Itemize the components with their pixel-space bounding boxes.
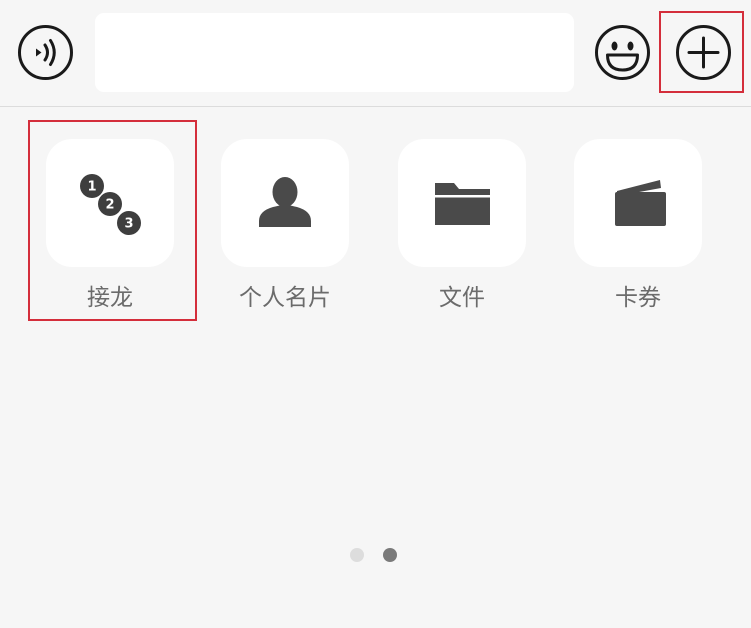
input-toolbar	[0, 0, 751, 107]
voice-input-button[interactable]	[18, 25, 73, 80]
smiley-icon	[595, 25, 650, 80]
jielong-tile[interactable]: 1 2 3	[46, 139, 174, 267]
coupon-tile[interactable]	[574, 139, 702, 267]
voice-wave-icon	[36, 39, 56, 66]
person-card-icon	[259, 177, 311, 227]
badge-number-3: 3	[124, 217, 133, 232]
panel-item-business-card[interactable]: 个人名片	[220, 139, 350, 312]
panel-item-file[interactable]: 文件	[397, 139, 527, 312]
message-input[interactable]	[95, 13, 574, 92]
more-functions-button[interactable]	[675, 24, 732, 81]
page-dot-1[interactable]	[350, 548, 364, 562]
badge-number-1: 1	[87, 180, 96, 195]
panel-item-jielong[interactable]: 1 2 3 接龙	[45, 139, 175, 312]
coupon-label: 卡券	[615, 285, 661, 311]
file-label: 文件	[439, 285, 485, 311]
page-dot-2-active[interactable]	[383, 548, 397, 562]
plus-circle-icon	[676, 25, 731, 80]
numbered-chain-icon: 1 2 3	[80, 174, 141, 235]
wallet-card-icon	[615, 180, 666, 226]
emoji-button[interactable]	[594, 24, 651, 81]
panel-item-coupon[interactable]: 卡券	[573, 139, 703, 312]
folder-icon	[435, 183, 490, 225]
business-card-label: 个人名片	[239, 285, 331, 311]
file-tile[interactable]	[398, 139, 526, 267]
jielong-label: 接龙	[87, 285, 133, 311]
business-card-tile[interactable]	[221, 139, 349, 267]
badge-number-2: 2	[105, 198, 114, 213]
